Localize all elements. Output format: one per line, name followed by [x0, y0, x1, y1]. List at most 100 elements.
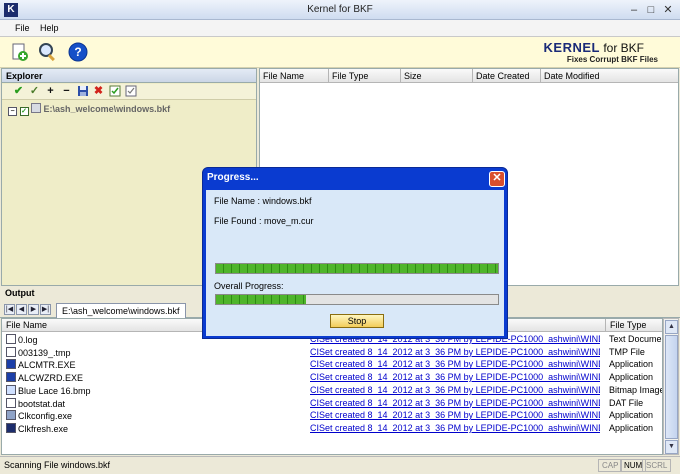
- check-all-icon[interactable]: ✓: [28, 85, 41, 98]
- row-file-name: 003139_.tmp: [6, 346, 71, 358]
- output-scrollbar[interactable]: ▲ ▼: [663, 318, 679, 455]
- status-scrl: SCRL: [642, 459, 672, 472]
- file-icon: [6, 334, 16, 344]
- table-row[interactable]: Clkconfig.exe CISet created 8_14_2012 at …: [2, 409, 662, 422]
- explorer-toolbar: ✔ ✓ + − ✖: [2, 84, 256, 100]
- row-description-link[interactable]: CISet created 8_14_2012 at 3_36 PM by LE…: [310, 359, 600, 369]
- file-icon: [6, 372, 16, 383]
- brand-tagline: Fixes Corrupt BKF Files: [566, 55, 658, 64]
- overall-progress-fill: [216, 295, 307, 304]
- dialog-file-name: File Name : windows.bkf: [214, 196, 312, 206]
- status-bar: Scanning File windows.bkf CAP NUM SCRL: [0, 456, 680, 474]
- table-row[interactable]: ALCMTR.EXE CISet created 8_14_2012 at 3_3…: [2, 358, 662, 371]
- file-progress-bar: [215, 263, 499, 274]
- table-row[interactable]: bootstat.dat CISet created 8_14_2012 at 3…: [2, 397, 662, 410]
- row-file-name: Clkconfig.exe: [6, 410, 72, 421]
- delete-icon[interactable]: ✖: [92, 85, 105, 98]
- dialog-close-icon[interactable]: ✕: [489, 171, 505, 187]
- svg-text:?: ?: [74, 45, 81, 59]
- col-size[interactable]: Size: [401, 69, 473, 83]
- table-row[interactable]: 003139_.tmp CISet created 8_14_2012 at 3_…: [2, 346, 662, 359]
- file-icon: [6, 397, 16, 408]
- row-file-name-text: ALCWZRD.EXE: [18, 373, 84, 384]
- col-file-type[interactable]: File Type: [329, 69, 401, 83]
- row-file-type: Application: [609, 372, 654, 383]
- status-text: Scanning File windows.bkf: [4, 460, 111, 470]
- bkf-file-icon: [31, 103, 42, 113]
- tree-node-bkf[interactable]: − ✓ E:\ash_welcome\windows.bkf: [8, 103, 170, 116]
- close-icon[interactable]: ✕: [660, 3, 676, 17]
- row-file-name-text: Blue Lace 16.bmp: [18, 385, 91, 396]
- out-col-file-type[interactable]: File Type: [606, 319, 662, 332]
- col-date-created[interactable]: Date Created: [473, 69, 541, 83]
- first-tab-icon[interactable]: |◀: [4, 304, 15, 315]
- save-icon[interactable]: [76, 85, 89, 98]
- row-description-link[interactable]: CISet created 8_14_2012 at 3_36 PM by LE…: [310, 372, 600, 382]
- row-file-type: Application: [609, 359, 654, 370]
- overall-progress-bar: [215, 294, 499, 305]
- dialog-title: Progress...: [207, 172, 259, 183]
- last-tab-icon[interactable]: ▶|: [40, 304, 51, 315]
- dialog-body: File Name : windows.bkf File Found : mov…: [206, 190, 504, 336]
- row-file-name: Clkfresh.exe: [6, 422, 68, 434]
- row-file-name-text: 003139_.tmp: [18, 347, 71, 358]
- file-icon: [6, 359, 16, 370]
- status-cap: CAP: [598, 459, 623, 472]
- stop-button[interactable]: Stop: [330, 314, 384, 328]
- row-file-name: bootstat.dat: [6, 397, 66, 409]
- tree-node-label: E:\ash_welcome\windows.bkf: [43, 104, 171, 114]
- dialog-file-found: File Found : move_m.cur: [214, 216, 314, 226]
- scroll-thumb[interactable]: [665, 335, 678, 439]
- file-progress-fill: [216, 264, 498, 273]
- table-row[interactable]: Blue Lace 16.bmp CISet created 8_14_2012 …: [2, 384, 662, 397]
- file-icon: [6, 410, 16, 421]
- minus-icon[interactable]: −: [60, 85, 73, 98]
- brand-logo: KERNEL for BKF: [543, 40, 644, 55]
- col-file-name[interactable]: File Name: [260, 69, 329, 83]
- row-file-name-text: Clkconfig.exe: [18, 411, 73, 422]
- row-file-type: TMP File: [609, 346, 645, 357]
- deselect-icon[interactable]: [124, 85, 137, 98]
- scroll-down-icon[interactable]: ▼: [665, 440, 678, 454]
- menu-file[interactable]: File: [15, 23, 30, 33]
- row-file-type: Application: [609, 422, 654, 433]
- window-title: Kernel for BKF: [307, 4, 373, 15]
- row-file-name: Blue Lace 16.bmp: [6, 384, 91, 396]
- explorer-title: Explorer: [2, 69, 256, 83]
- maximize-icon[interactable]: □: [643, 3, 659, 17]
- row-file-name: ALCMTR.EXE: [6, 359, 76, 370]
- row-description-link[interactable]: CISet created 8_14_2012 at 3_36 PM by LE…: [310, 385, 600, 395]
- row-description-link[interactable]: CISet created 8_14_2012 at 3_36 PM by LE…: [310, 423, 600, 433]
- search-icon[interactable]: [37, 41, 59, 63]
- plus-icon[interactable]: +: [44, 85, 57, 98]
- help-icon[interactable]: ?: [67, 41, 89, 63]
- col-date-modified[interactable]: Date Modified: [541, 69, 678, 83]
- title-bar: K Kernel for BKF – □ ✕: [0, 0, 680, 20]
- table-row[interactable]: Clkfresh.exe CISet created 8_14_2012 at 3…: [2, 422, 662, 435]
- overall-progress-label: Overall Progress:: [214, 281, 284, 291]
- tree-expand-icon[interactable]: −: [8, 107, 17, 116]
- add-file-icon[interactable]: [9, 41, 31, 63]
- menu-help[interactable]: Help: [40, 23, 59, 33]
- minimize-icon[interactable]: –: [626, 3, 642, 17]
- file-icon: [6, 384, 16, 395]
- output-tab[interactable]: E:\ash_welcome\windows.bkf: [56, 303, 186, 318]
- scroll-up-icon[interactable]: ▲: [665, 320, 678, 334]
- row-description-link[interactable]: CISet created 8_14_2012 at 3_36 PM by LE…: [310, 398, 600, 408]
- check-icon[interactable]: ✔: [12, 85, 25, 98]
- prev-tab-icon[interactable]: ◀: [16, 304, 27, 315]
- row-file-type: Text Document: [609, 334, 662, 344]
- next-tab-icon[interactable]: ▶: [28, 304, 39, 315]
- row-description-link[interactable]: CISet created 8_14_2012 at 3_36 PM by LE…: [310, 410, 600, 420]
- row-file-name-text: ALCMTR.EXE: [18, 360, 76, 371]
- file-icon: [6, 346, 16, 357]
- row-file-name: 0.log: [6, 334, 38, 345]
- row-description-link[interactable]: CISet created 8_14_2012 at 3_36 PM by LE…: [310, 347, 600, 357]
- row-file-type: Bitmap Image: [609, 384, 663, 395]
- file-icon: [6, 422, 16, 433]
- tree-checkbox[interactable]: ✓: [19, 107, 29, 116]
- select-icon[interactable]: [108, 85, 121, 98]
- row-file-name-text: bootstat.dat: [18, 398, 66, 409]
- table-row[interactable]: ALCWZRD.EXE CISet created 8_14_2012 at 3_…: [2, 371, 662, 384]
- toolbar: ? KERNEL for BKF Fixes Corrupt BKF Files: [0, 37, 680, 68]
